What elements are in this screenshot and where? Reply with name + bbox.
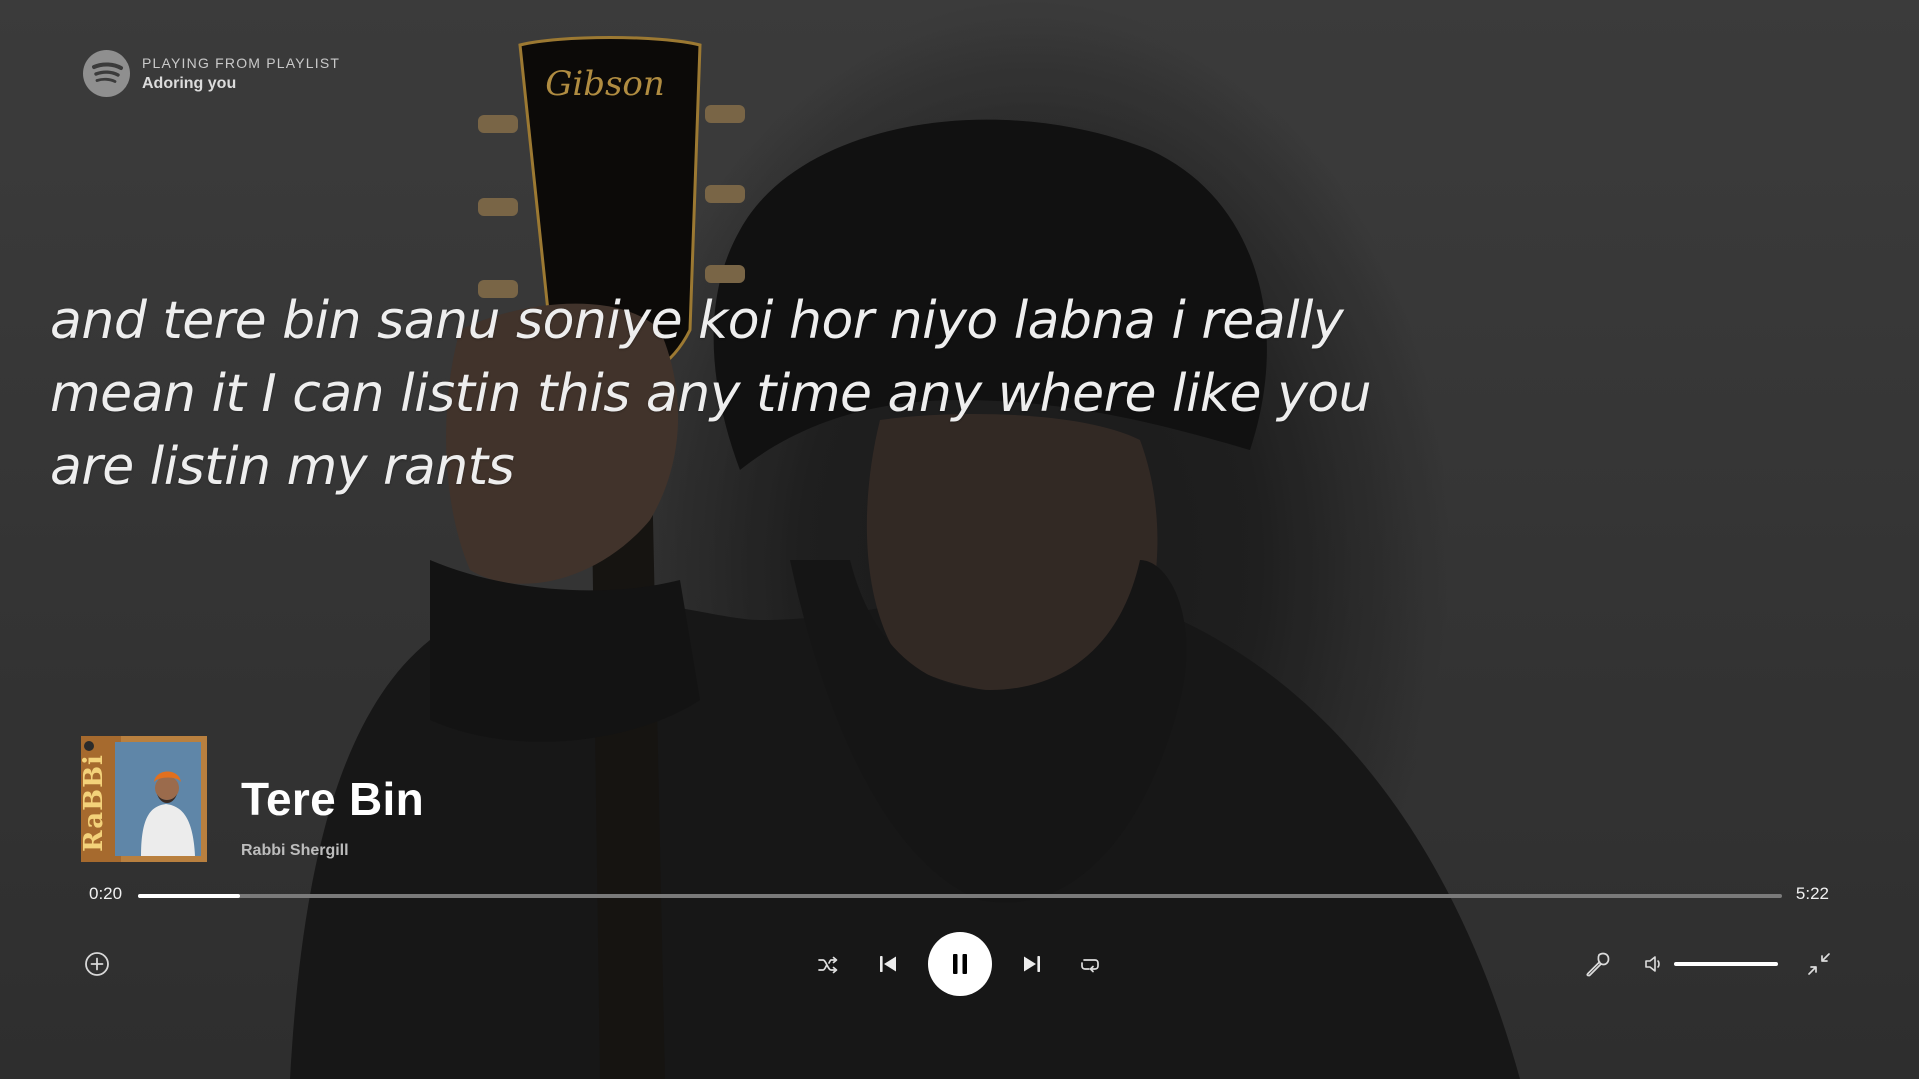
track-artist[interactable]: Rabbi Shergill [241, 842, 424, 860]
now-playing-track: RaBBi Tere Bin Rabbi Shergill [81, 736, 424, 862]
exit-fullscreen-icon [1808, 953, 1830, 975]
track-title[interactable]: Tere Bin [241, 772, 424, 826]
add-circle-icon [85, 952, 109, 976]
total-duration: 5:22 [1795, 884, 1829, 903]
volume-icon [1645, 956, 1660, 972]
pause-icon [953, 954, 967, 974]
previous-button[interactable] [875, 951, 901, 977]
microphone-icon [1586, 952, 1610, 977]
playlist-name[interactable]: Adoring you [142, 75, 340, 93]
pause-button[interactable] [928, 932, 992, 996]
dim-overlay [0, 0, 1919, 1079]
spotify-logo-icon [83, 50, 130, 97]
context-label: PLAYING FROM PLAYLIST [142, 54, 341, 71]
elapsed-time: 0:20 [89, 884, 123, 903]
exit-fullscreen-button[interactable] [1805, 950, 1833, 978]
skip-previous-icon [880, 956, 896, 972]
album-cover-text: RaBBi [81, 754, 109, 852]
next-button[interactable] [1019, 951, 1045, 977]
album-cover[interactable]: RaBBi [81, 736, 207, 862]
add-to-library-button[interactable] [83, 950, 111, 978]
lyrics-text: and tere bin sanu soniye koi hor niyo la… [50, 291, 1372, 497]
now-playing-context[interactable]: PLAYING FROM PLAYLIST Adoring you [83, 50, 340, 97]
shuffle-button[interactable] [816, 953, 840, 977]
volume-button[interactable] [1643, 952, 1667, 976]
progress-bar[interactable] [138, 894, 1782, 898]
progress-bar-fill [138, 894, 240, 898]
volume-slider[interactable] [1674, 962, 1778, 966]
lyrics-button[interactable] [1583, 950, 1611, 978]
shuffle-icon [818, 956, 838, 974]
repeat-button[interactable] [1078, 953, 1102, 977]
skip-next-icon [1024, 956, 1040, 972]
playback-progress: 0:20 5:22 [89, 884, 1829, 906]
repeat-icon [1081, 959, 1099, 973]
